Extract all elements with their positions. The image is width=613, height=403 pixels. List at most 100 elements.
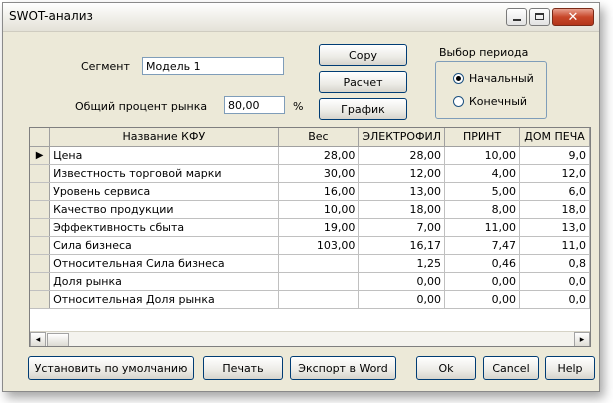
cell-score[interactable]: 18,0 <box>519 200 590 219</box>
table-row[interactable]: Доля рынка 0,00 0,00 0,0 <box>30 272 590 291</box>
table-row[interactable]: ▶ Цена 28,00 28,00 10,00 9,0 <box>30 146 590 165</box>
cell-score[interactable]: 0,00 <box>358 290 446 309</box>
row-indicator[interactable] <box>30 200 51 219</box>
cell-score[interactable]: 12,00 <box>358 164 446 183</box>
cell-score[interactable]: 1,25 <box>358 254 446 273</box>
segment-label: Сегмент <box>81 60 130 73</box>
table-row[interactable]: Относительная Доля рынка 0,00 0,00 0,0 <box>30 290 590 309</box>
row-indicator[interactable]: ▶ <box>30 146 51 165</box>
cell-score[interactable]: 4,00 <box>444 164 521 183</box>
title-bar[interactable]: SWOT-анализ ✕ <box>3 3 599 32</box>
cell-name[interactable]: Известность торговой марки <box>49 164 279 183</box>
cell-name[interactable]: Эффективность сбыта <box>49 218 279 237</box>
maximize-icon <box>535 13 544 20</box>
export-word-button[interactable]: Экспорт в Word <box>290 356 396 380</box>
cell-score[interactable]: 11,0 <box>519 236 590 255</box>
scroll-right-arrow-icon[interactable]: ▸ <box>574 332 590 346</box>
cell-name[interactable]: Относительная Сила бизнеса <box>49 254 279 273</box>
set-defaults-button[interactable]: Установить по умолчанию <box>28 356 194 380</box>
horizontal-scrollbar[interactable]: ◂ ▸ <box>30 331 590 346</box>
table-row[interactable]: Уровень сервиса 16,00 13,00 5,00 6,0 <box>30 182 590 201</box>
row-indicator[interactable] <box>30 164 51 183</box>
segment-input[interactable] <box>142 57 284 75</box>
column-header-competitor-2[interactable]: ПРИНТ <box>444 128 521 147</box>
column-header-competitor-3[interactable]: ДОМ ПЕЧА <box>519 128 590 147</box>
row-indicator[interactable] <box>30 290 51 309</box>
cell-name[interactable]: Качество продукции <box>49 200 279 219</box>
cell-score[interactable]: 28,00 <box>358 146 446 165</box>
period-start-label[interactable]: Начальный <box>469 72 534 85</box>
cell-weight[interactable] <box>278 290 360 309</box>
row-indicator[interactable] <box>30 272 51 291</box>
cell-name[interactable]: Доля рынка <box>49 272 279 291</box>
cell-weight[interactable]: 30,00 <box>278 164 360 183</box>
cell-weight[interactable] <box>278 272 360 291</box>
table-row[interactable]: Известность торговой марки 30,00 12,00 4,00… <box>30 164 590 183</box>
table-row[interactable]: Относительная Сила бизнеса 1,25 0,46 0,8 <box>30 254 590 273</box>
cell-score[interactable]: 5,00 <box>444 182 521 201</box>
close-button[interactable]: ✕ <box>552 8 594 26</box>
cell-score[interactable]: 6,0 <box>519 182 590 201</box>
row-indicator[interactable] <box>30 182 51 201</box>
header-corner <box>30 128 51 147</box>
kfu-data-grid[interactable]: Название КФУ Вес ЭЛЕКТРОФИЛ ПРИНТ ДОМ ПЕ… <box>29 127 591 347</box>
cell-weight[interactable]: 19,00 <box>278 218 360 237</box>
cell-name[interactable]: Относительная Доля рынка <box>49 290 279 309</box>
row-indicator[interactable] <box>30 218 51 237</box>
cell-score[interactable]: 12,0 <box>519 164 590 183</box>
column-header-weight[interactable]: Вес <box>278 128 360 147</box>
cell-score[interactable]: 13,0 <box>519 218 590 237</box>
row-indicator[interactable] <box>30 254 51 273</box>
cancel-button[interactable]: Cancel <box>483 356 539 380</box>
period-end-radio[interactable] <box>453 96 464 107</box>
cell-weight[interactable]: 103,00 <box>278 236 360 255</box>
cell-score[interactable]: 18,00 <box>358 200 446 219</box>
cell-score[interactable]: 0,8 <box>519 254 590 273</box>
maximize-button[interactable] <box>529 8 550 26</box>
column-header-competitor-1[interactable]: ЭЛЕКТРОФИЛ <box>358 128 446 147</box>
cell-score[interactable]: 0,00 <box>358 272 446 291</box>
cell-score[interactable]: 11,00 <box>444 218 521 237</box>
minimize-icon <box>513 19 521 21</box>
calculate-button[interactable]: Расчет <box>319 71 407 93</box>
copy-button[interactable]: Copy <box>319 44 407 66</box>
cell-weight[interactable]: 28,00 <box>278 146 360 165</box>
market-share-input[interactable] <box>224 96 285 114</box>
cell-score[interactable]: 0,0 <box>519 290 590 309</box>
kfu-table: Название КФУ Вес ЭЛЕКТРОФИЛ ПРИНТ ДОМ ПЕ… <box>30 128 590 309</box>
cell-score[interactable]: 10,00 <box>444 146 521 165</box>
cell-score[interactable]: 0,0 <box>519 272 590 291</box>
period-start-radio[interactable] <box>453 73 464 84</box>
minimize-button[interactable] <box>506 8 527 26</box>
print-button[interactable]: Печать <box>203 356 283 380</box>
swot-window: SWOT-анализ ✕ Сегмент Общий процент рынк… <box>2 2 600 392</box>
cell-score[interactable]: 0,46 <box>444 254 521 273</box>
period-end-label[interactable]: Конечный <box>469 95 527 108</box>
table-row[interactable]: Эффективность сбыта 19,00 7,00 11,00 13,0 <box>30 218 590 237</box>
table-row[interactable]: Качество продукции 10,00 18,00 8,00 18,0 <box>30 200 590 219</box>
market-share-label: Общий процент рынка <box>75 100 208 113</box>
cell-score[interactable]: 9,0 <box>519 146 590 165</box>
cell-score[interactable]: 8,00 <box>444 200 521 219</box>
radio-selected-dot <box>456 76 461 81</box>
column-header-name[interactable]: Название КФУ <box>49 128 279 147</box>
row-indicator[interactable] <box>30 236 51 255</box>
cell-weight[interactable]: 10,00 <box>278 200 360 219</box>
chart-button[interactable]: График <box>319 98 407 120</box>
cell-score[interactable]: 13,00 <box>358 182 446 201</box>
cell-name[interactable]: Уровень сервиса <box>49 182 279 201</box>
cell-score[interactable]: 0,00 <box>444 290 521 309</box>
ok-button[interactable]: Ok <box>416 356 476 380</box>
help-button[interactable]: Help <box>545 356 595 380</box>
cell-score[interactable]: 16,17 <box>358 236 446 255</box>
cell-weight[interactable] <box>278 254 360 273</box>
cell-score[interactable]: 7,00 <box>358 218 446 237</box>
cell-weight[interactable]: 16,00 <box>278 182 360 201</box>
cell-score[interactable]: 7,47 <box>444 236 521 255</box>
cell-score[interactable]: 0,00 <box>444 272 521 291</box>
scroll-left-arrow-icon[interactable]: ◂ <box>30 332 46 346</box>
cell-name[interactable]: Цена <box>49 146 279 165</box>
cell-name[interactable]: Сила бизнеса <box>49 236 279 255</box>
table-row[interactable]: Сила бизнеса 103,00 16,17 7,47 11,0 <box>30 236 590 255</box>
scroll-thumb[interactable] <box>47 333 69 346</box>
